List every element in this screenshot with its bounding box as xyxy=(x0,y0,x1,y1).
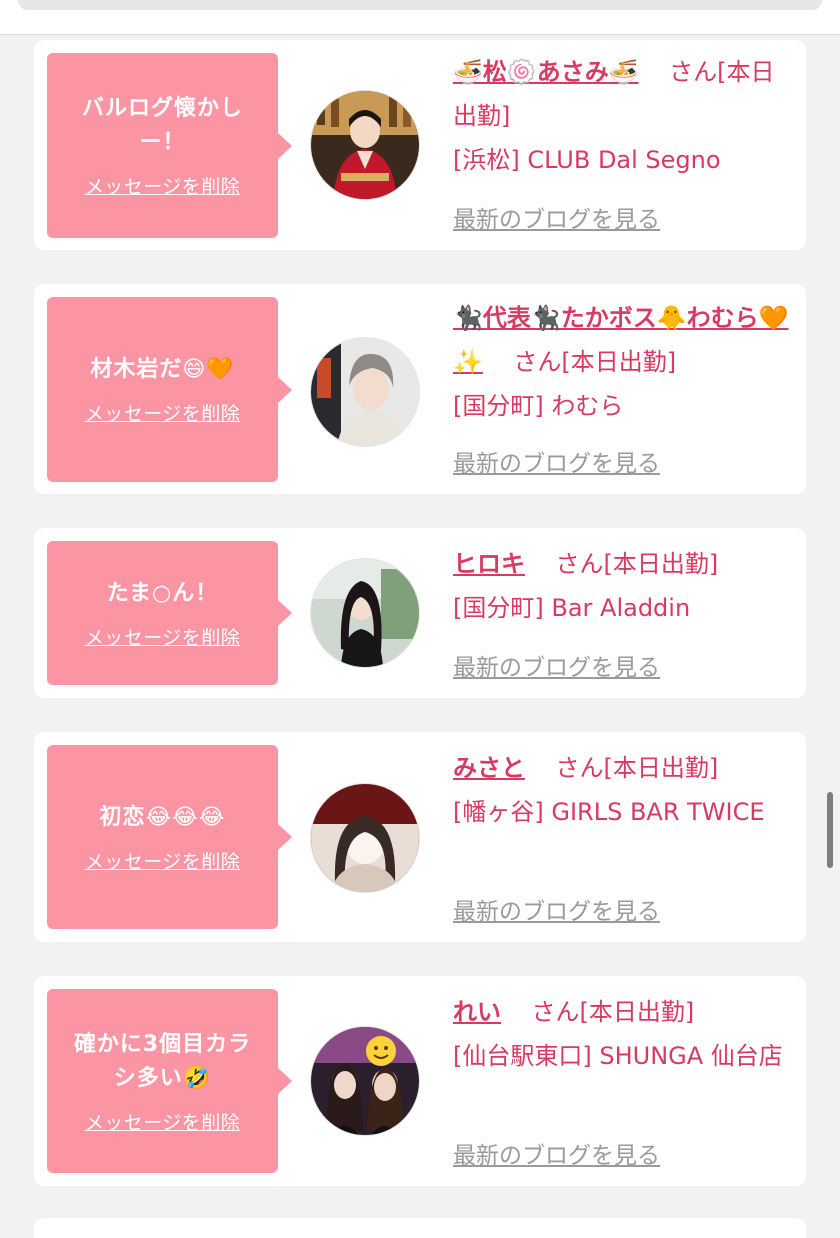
cast-status: さん[本日出勤] xyxy=(555,754,719,782)
shop-name: [国分町] わむら xyxy=(453,392,624,420)
shop-name: [浜松] CLUB Dal Segno xyxy=(453,146,721,174)
message-card: バルログ懐かしー！ メッセージを削除 🍜松🍥あさみ🍜 さん[本日出勤] [浜松]… xyxy=(34,40,806,250)
cast-info: ヒロキ さん[本日出勤] [国分町] Bar Aladdin xyxy=(453,542,793,630)
search-bar-edge[interactable] xyxy=(18,0,822,10)
shop-name: [国分町] Bar Aladdin xyxy=(453,594,691,622)
delete-message-link[interactable]: メッセージを削除 xyxy=(85,399,241,426)
cast-status: さん[本日出勤] xyxy=(513,348,677,376)
message-bubble: 材木岩だ😄🧡 メッセージを削除 xyxy=(47,297,292,482)
message-bubble: 確かに3個目カラシ多い🤣 メッセージを削除 xyxy=(47,989,292,1173)
message-card-partial xyxy=(34,1218,806,1238)
avatar-photo xyxy=(311,559,419,667)
message-text: バルログ懐かしー！ xyxy=(81,96,243,155)
cast-name-link[interactable]: みさと xyxy=(453,754,525,782)
message-text: 確かに3個目カラシ多い🤣 xyxy=(73,1031,252,1091)
message-bubble: バルログ懐かしー！ メッセージを削除 xyxy=(47,53,292,238)
cast-status: さん[本日出勤] xyxy=(555,550,719,578)
avatar[interactable] xyxy=(311,338,419,446)
avatar[interactable] xyxy=(311,784,419,892)
latest-blog-link[interactable]: 最新のブログを見る xyxy=(453,1136,660,1170)
cast-info: 🍜松🍥あさみ🍜 さん[本日出勤] [浜松] CLUB Dal Segno xyxy=(453,50,793,182)
cast-info: みさと さん[本日出勤] [幡ヶ谷] GIRLS BAR TWICE xyxy=(453,746,793,834)
latest-blog-link[interactable]: 最新のブログを見る xyxy=(453,444,660,478)
avatar-photo xyxy=(311,91,419,199)
message-card: 初恋😂😂😂 メッセージを削除 みさと さん[本日出勤] [幡ヶ谷] GIRLS … xyxy=(34,732,806,942)
shop-name: [仙台駅東口] SHUNGA 仙台店 xyxy=(453,1042,783,1070)
cast-name-link[interactable]: れい xyxy=(453,998,501,1026)
message-card: 材木岩だ😄🧡 メッセージを削除 🐈‍⬛代表🐈‍⬛たかボス🐥わむら🧡✨ さん[本日… xyxy=(34,284,806,494)
latest-blog-link[interactable]: 最新のブログを見る xyxy=(453,200,660,234)
avatar[interactable] xyxy=(311,559,419,667)
delete-message-link[interactable]: メッセージを削除 xyxy=(85,847,241,874)
avatar-photo xyxy=(311,784,419,892)
cast-info: れい さん[本日出勤] [仙台駅東口] SHUNGA 仙台店 xyxy=(453,990,793,1078)
message-card: 確かに3個目カラシ多い🤣 メッセージを削除 れい さん[本日出勤] [仙台駅東口… xyxy=(34,976,806,1186)
delete-message-link[interactable]: メッセージを削除 xyxy=(85,623,241,650)
message-bubble: 初恋😂😂😂 メッセージを削除 xyxy=(47,745,292,929)
latest-blog-link[interactable]: 最新のブログを見る xyxy=(453,892,660,926)
cast-name-link[interactable]: ヒロキ xyxy=(453,550,525,578)
cast-name-link[interactable]: 🍜松🍥あさみ🍜 xyxy=(453,58,639,86)
avatar[interactable] xyxy=(311,1027,419,1135)
message-card: たま○ん！ メッセージを削除 ヒロキ さん[本日出勤] [国分町] Bar Al… xyxy=(34,528,806,698)
top-search-bar xyxy=(0,0,840,35)
delete-message-link[interactable]: メッセージを削除 xyxy=(85,1108,241,1135)
cast-info: 🐈‍⬛代表🐈‍⬛たかボス🐥わむら🧡✨ さん[本日出勤] [国分町] わむら xyxy=(453,296,793,428)
shop-name: [幡ヶ谷] GIRLS BAR TWICE xyxy=(453,798,765,826)
avatar-photo xyxy=(311,338,419,446)
delete-message-link[interactable]: メッセージを削除 xyxy=(85,172,241,199)
avatar-photo xyxy=(311,1027,419,1135)
message-text: たま○ん！ xyxy=(106,580,219,606)
message-text: 材木岩だ😄🧡 xyxy=(90,357,235,382)
cast-status: さん[本日出勤] xyxy=(531,998,695,1026)
scrollbar-thumb[interactable] xyxy=(827,792,833,868)
message-bubble: たま○ん！ メッセージを削除 xyxy=(47,541,292,685)
latest-blog-link[interactable]: 最新のブログを見る xyxy=(453,648,660,682)
message-text: 初恋😂😂😂 xyxy=(99,804,226,830)
avatar[interactable] xyxy=(311,91,419,199)
